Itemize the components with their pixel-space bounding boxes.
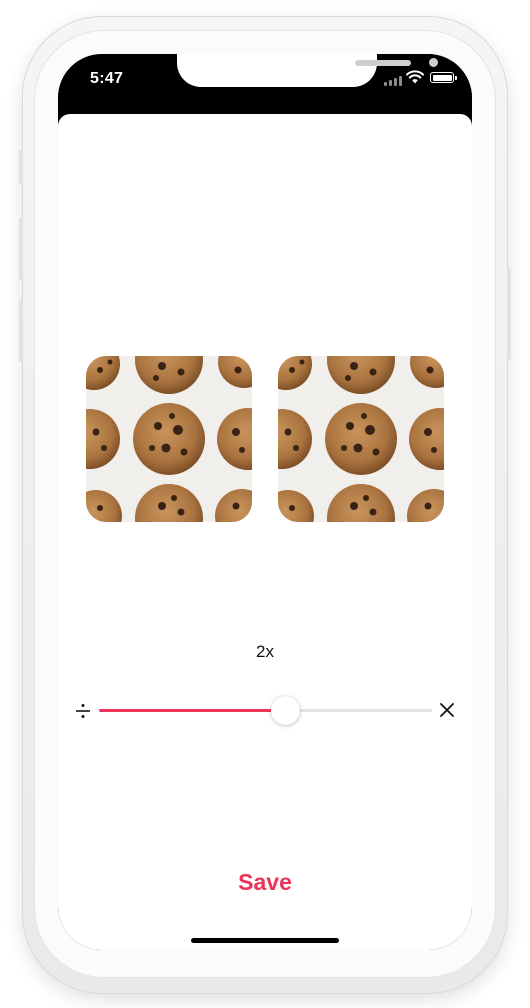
battery-icon [430, 72, 457, 83]
cookie-photo-icon [278, 356, 444, 522]
home-indicator[interactable] [191, 938, 339, 943]
speaker-grille [355, 60, 411, 66]
power-button [507, 268, 511, 360]
volume-up-button [19, 218, 23, 280]
divide-icon[interactable] [74, 702, 92, 720]
scale-value-label: 2x [256, 642, 274, 661]
cellular-signal-icon [384, 74, 402, 86]
scaled-image [278, 356, 444, 522]
status-time: 5:47 [90, 70, 124, 87]
device-screen: 5:47 2x Save [58, 54, 472, 950]
volume-down-button [19, 300, 23, 362]
camera-notch [177, 54, 438, 87]
front-camera [429, 58, 438, 67]
original-image [86, 356, 252, 522]
slider-thumb[interactable] [271, 696, 301, 725]
mute-switch [19, 150, 23, 184]
cookie-photo-icon [86, 356, 252, 522]
multiply-icon[interactable] [438, 701, 456, 719]
slider-fill [99, 709, 286, 712]
save-button[interactable]: Save [215, 862, 315, 902]
scale-slider[interactable] [99, 696, 432, 726]
main-content: 2x Save [58, 114, 472, 950]
wifi-icon [406, 70, 424, 84]
